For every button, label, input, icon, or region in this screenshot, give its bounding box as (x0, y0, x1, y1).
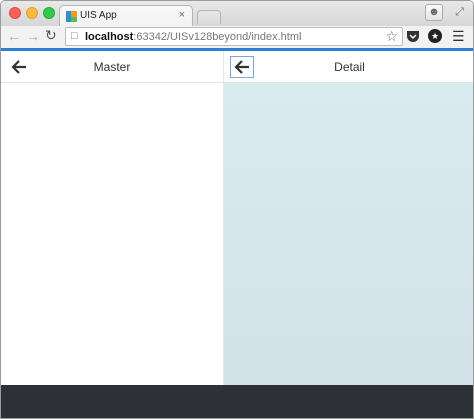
browser-tab[interactable]: UIS App × (59, 5, 193, 27)
fullscreen-icon[interactable]: ⤢ (455, 6, 464, 19)
master-pane: Master (1, 51, 223, 385)
app-content: Master Detail (1, 51, 473, 385)
app-favicon-icon (66, 11, 77, 22)
browser-toolbar: ← → ↻ □ localhost:63342/UISv128beyond/in… (1, 26, 473, 48)
footer-bar (1, 385, 473, 418)
tab-bar: UIS App × ☻ ⤢ (1, 1, 473, 27)
forward-icon[interactable]: → (26, 28, 40, 44)
detail-pane: Detail (223, 51, 473, 385)
extension-icon[interactable]: ★ (428, 29, 442, 43)
detail-header: Detail (224, 51, 473, 83)
pocket-icon[interactable] (406, 29, 420, 43)
close-window-button[interactable] (9, 7, 21, 19)
back-icon[interactable]: ← (7, 28, 21, 44)
master-header: Master (1, 51, 223, 83)
tab-close-icon[interactable]: × (179, 9, 185, 21)
star-icon[interactable]: ☆ (385, 28, 398, 45)
new-tab-button[interactable] (197, 10, 221, 24)
master-title: Master (93, 60, 131, 74)
page-icon: □ (71, 30, 78, 42)
tab-title: UIS App (80, 10, 117, 21)
hamburger-menu-icon[interactable]: ☰ (452, 28, 465, 45)
person-icon: ☻ (428, 6, 440, 18)
profile-button[interactable]: ☻ (425, 4, 443, 21)
minimize-window-button[interactable] (26, 7, 38, 19)
reload-icon[interactable]: ↻ (45, 27, 57, 44)
detail-title: Detail (334, 60, 365, 74)
zoom-window-button[interactable] (43, 7, 55, 19)
address-bar[interactable]: □ localhost:63342/UISv128beyond/index.ht… (65, 27, 403, 46)
browser-window: UIS App × ☻ ⤢ ← → ↻ □ localhost:63342/UI… (0, 0, 474, 419)
url-text[interactable]: localhost:63342/UISv128beyond/index.html (85, 31, 301, 43)
